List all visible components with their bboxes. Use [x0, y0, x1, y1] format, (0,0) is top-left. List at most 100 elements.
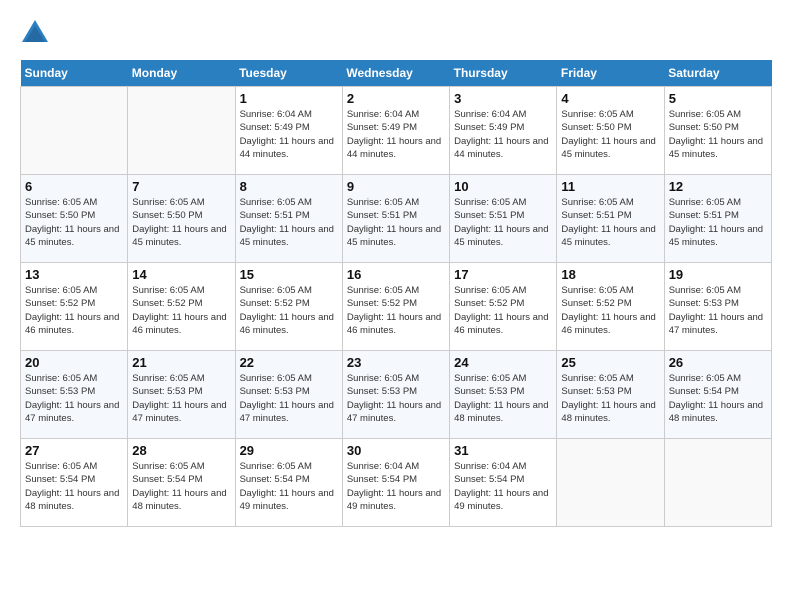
calendar-week-4: 20 Sunrise: 6:05 AM Sunset: 5:53 PM Dayli… [21, 351, 772, 439]
day-info: Sunrise: 6:04 AM Sunset: 5:49 PM Dayligh… [454, 108, 552, 161]
day-number: 6 [25, 179, 123, 194]
calendar-cell: 20 Sunrise: 6:05 AM Sunset: 5:53 PM Dayli… [21, 351, 128, 439]
calendar-cell: 4 Sunrise: 6:05 AM Sunset: 5:50 PM Daylig… [557, 87, 664, 175]
day-number: 27 [25, 443, 123, 458]
day-info: Sunrise: 6:05 AM Sunset: 5:51 PM Dayligh… [347, 196, 445, 249]
calendar-cell: 21 Sunrise: 6:05 AM Sunset: 5:53 PM Dayli… [128, 351, 235, 439]
weekday-header-tuesday: Tuesday [235, 60, 342, 87]
day-number: 19 [669, 267, 767, 282]
day-number: 23 [347, 355, 445, 370]
day-number: 2 [347, 91, 445, 106]
day-info: Sunrise: 6:05 AM Sunset: 5:51 PM Dayligh… [240, 196, 338, 249]
day-info: Sunrise: 6:05 AM Sunset: 5:53 PM Dayligh… [25, 372, 123, 425]
day-number: 1 [240, 91, 338, 106]
calendar-cell: 3 Sunrise: 6:04 AM Sunset: 5:49 PM Daylig… [450, 87, 557, 175]
calendar-cell: 16 Sunrise: 6:05 AM Sunset: 5:52 PM Dayli… [342, 263, 449, 351]
day-info: Sunrise: 6:05 AM Sunset: 5:53 PM Dayligh… [454, 372, 552, 425]
day-info: Sunrise: 6:05 AM Sunset: 5:50 PM Dayligh… [25, 196, 123, 249]
weekday-header-wednesday: Wednesday [342, 60, 449, 87]
day-info: Sunrise: 6:05 AM Sunset: 5:51 PM Dayligh… [669, 196, 767, 249]
weekday-header-friday: Friday [557, 60, 664, 87]
day-info: Sunrise: 6:04 AM Sunset: 5:49 PM Dayligh… [347, 108, 445, 161]
calendar-cell [128, 87, 235, 175]
calendar-week-5: 27 Sunrise: 6:05 AM Sunset: 5:54 PM Dayli… [21, 439, 772, 527]
weekday-header-saturday: Saturday [664, 60, 771, 87]
page-header [20, 20, 772, 50]
calendar-week-3: 13 Sunrise: 6:05 AM Sunset: 5:52 PM Dayli… [21, 263, 772, 351]
day-number: 14 [132, 267, 230, 282]
day-number: 29 [240, 443, 338, 458]
day-number: 22 [240, 355, 338, 370]
calendar-cell: 15Sunrise: 6:05 AM Sunset: 5:52 PM Dayli… [235, 263, 342, 351]
calendar-cell: 13 Sunrise: 6:05 AM Sunset: 5:52 PM Dayli… [21, 263, 128, 351]
day-number: 24 [454, 355, 552, 370]
day-info: Sunrise: 6:05 AM Sunset: 5:54 PM Dayligh… [25, 460, 123, 513]
calendar-week-1: 1 Sunrise: 6:04 AM Sunset: 5:49 PM Daylig… [21, 87, 772, 175]
day-info: Sunrise: 6:04 AM Sunset: 5:49 PM Dayligh… [240, 108, 338, 161]
calendar-cell: 24 Sunrise: 6:05 AM Sunset: 5:53 PM Dayli… [450, 351, 557, 439]
calendar-cell: 26 Sunrise: 6:05 AM Sunset: 5:54 PM Dayli… [664, 351, 771, 439]
calendar-cell: 9 Sunrise: 6:05 AM Sunset: 5:51 PM Daylig… [342, 175, 449, 263]
day-number: 26 [669, 355, 767, 370]
day-number: 11 [561, 179, 659, 194]
day-info: Sunrise: 6:05 AM Sunset: 5:53 PM Dayligh… [132, 372, 230, 425]
day-info: Sunrise: 6:05 AM Sunset: 5:52 PM Dayligh… [347, 284, 445, 337]
day-info: Sunrise: 6:05 AM Sunset: 5:54 PM Dayligh… [240, 460, 338, 513]
day-info: Sunrise: 6:05 AM Sunset: 5:52 PM Dayligh… [25, 284, 123, 337]
day-number: 12 [669, 179, 767, 194]
day-number: 16 [347, 267, 445, 282]
calendar-cell: 22 Sunrise: 6:05 AM Sunset: 5:53 PM Dayli… [235, 351, 342, 439]
calendar-cell: 25 Sunrise: 6:05 AM Sunset: 5:53 PM Dayli… [557, 351, 664, 439]
day-info: Sunrise: 6:05 AM Sunset: 5:52 PM Dayligh… [561, 284, 659, 337]
calendar-cell: 2 Sunrise: 6:04 AM Sunset: 5:49 PM Daylig… [342, 87, 449, 175]
weekday-header-monday: Monday [128, 60, 235, 87]
day-info: Sunrise: 6:05 AM Sunset: 5:54 PM Dayligh… [669, 372, 767, 425]
day-info: Sunrise: 6:05 AM Sunset: 5:52 PM Dayligh… [132, 284, 230, 337]
calendar-cell: 23 Sunrise: 6:05 AM Sunset: 5:53 PM Dayli… [342, 351, 449, 439]
day-number: 4 [561, 91, 659, 106]
calendar-cell [664, 439, 771, 527]
day-number: 17 [454, 267, 552, 282]
day-info: Sunrise: 6:05 AM Sunset: 5:53 PM Dayligh… [347, 372, 445, 425]
calendar-cell: 1 Sunrise: 6:04 AM Sunset: 5:49 PM Daylig… [235, 87, 342, 175]
calendar-week-2: 6 Sunrise: 6:05 AM Sunset: 5:50 PM Daylig… [21, 175, 772, 263]
day-number: 10 [454, 179, 552, 194]
day-number: 25 [561, 355, 659, 370]
logo [20, 20, 54, 50]
logo-icon [20, 18, 50, 48]
day-info: Sunrise: 6:04 AM Sunset: 5:54 PM Dayligh… [454, 460, 552, 513]
calendar-table: SundayMondayTuesdayWednesdayThursdayFrid… [20, 60, 772, 527]
calendar-cell: 6 Sunrise: 6:05 AM Sunset: 5:50 PM Daylig… [21, 175, 128, 263]
day-number: 21 [132, 355, 230, 370]
calendar-cell: 12 Sunrise: 6:05 AM Sunset: 5:51 PM Dayli… [664, 175, 771, 263]
day-info: Sunrise: 6:05 AM Sunset: 5:54 PM Dayligh… [132, 460, 230, 513]
day-info: Sunrise: 6:05 AM Sunset: 5:50 PM Dayligh… [669, 108, 767, 161]
calendar-cell: 7Sunrise: 6:05 AM Sunset: 5:50 PM Daylig… [128, 175, 235, 263]
calendar-cell: 17Sunrise: 6:05 AM Sunset: 5:52 PM Dayli… [450, 263, 557, 351]
day-number: 28 [132, 443, 230, 458]
weekday-header-thursday: Thursday [450, 60, 557, 87]
calendar-cell: 8Sunrise: 6:05 AM Sunset: 5:51 PM Daylig… [235, 175, 342, 263]
day-info: Sunrise: 6:05 AM Sunset: 5:52 PM Dayligh… [240, 284, 338, 337]
day-number: 31 [454, 443, 552, 458]
calendar-cell: 28 Sunrise: 6:05 AM Sunset: 5:54 PM Dayli… [128, 439, 235, 527]
day-info: Sunrise: 6:05 AM Sunset: 5:53 PM Dayligh… [561, 372, 659, 425]
day-info: Sunrise: 6:05 AM Sunset: 5:50 PM Dayligh… [561, 108, 659, 161]
weekday-header-row: SundayMondayTuesdayWednesdayThursdayFrid… [21, 60, 772, 87]
calendar-cell: 19Sunrise: 6:05 AM Sunset: 5:53 PM Dayli… [664, 263, 771, 351]
calendar-cell: 31 Sunrise: 6:04 AM Sunset: 5:54 PM Dayli… [450, 439, 557, 527]
calendar-cell [21, 87, 128, 175]
day-number: 9 [347, 179, 445, 194]
day-info: Sunrise: 6:05 AM Sunset: 5:51 PM Dayligh… [561, 196, 659, 249]
calendar-cell [557, 439, 664, 527]
day-number: 13 [25, 267, 123, 282]
weekday-header-sunday: Sunday [21, 60, 128, 87]
calendar-cell: 29 Sunrise: 6:05 AM Sunset: 5:54 PM Dayli… [235, 439, 342, 527]
calendar-cell: 18Sunrise: 6:05 AM Sunset: 5:52 PM Dayli… [557, 263, 664, 351]
calendar-cell: 10Sunrise: 6:05 AM Sunset: 5:51 PM Dayli… [450, 175, 557, 263]
day-info: Sunrise: 6:05 AM Sunset: 5:53 PM Dayligh… [240, 372, 338, 425]
day-number: 20 [25, 355, 123, 370]
day-number: 3 [454, 91, 552, 106]
calendar-cell: 30Sunrise: 6:04 AM Sunset: 5:54 PM Dayli… [342, 439, 449, 527]
day-info: Sunrise: 6:04 AM Sunset: 5:54 PM Dayligh… [347, 460, 445, 513]
